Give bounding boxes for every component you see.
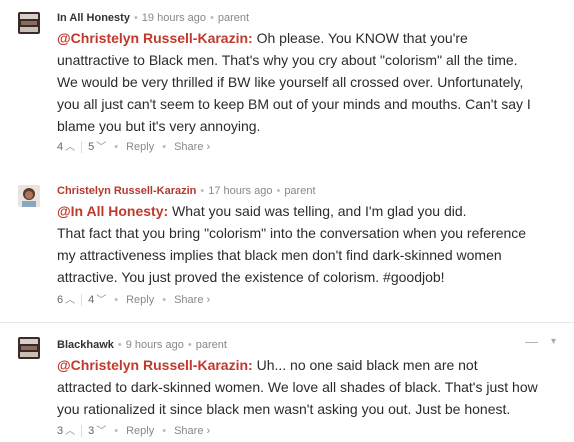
mention-link[interactable]: @Christelyn Russell-Karazin: bbox=[57, 357, 253, 373]
comment-body: @Christelyn Russell-Karazin: Uh... no on… bbox=[57, 354, 562, 420]
avatar[interactable] bbox=[18, 337, 40, 359]
comment-text: We would be very thrilled if BW like you… bbox=[57, 74, 524, 90]
comment-actions: 4 ︿ 5 ﹀ • Reply • Share › bbox=[57, 141, 211, 154]
parent-link[interactable]: parent bbox=[218, 12, 249, 24]
author-name[interactable]: Christelyn Russell-Karazin bbox=[57, 185, 196, 197]
avatar-image bbox=[18, 12, 40, 34]
comment-text: you all just can't seem to keep BM out o… bbox=[57, 96, 531, 112]
downvote-count: 4 bbox=[88, 294, 95, 306]
upvote-count: 3 bbox=[57, 425, 64, 437]
comment-text: What you said was telling, and I'm glad … bbox=[168, 203, 467, 219]
upvote-count: 4 bbox=[57, 141, 64, 153]
mention-link[interactable]: @In All Honesty: bbox=[57, 203, 168, 219]
comment-actions: 6 ︿ 4 ﹀ • Reply • Share › bbox=[57, 294, 211, 307]
up-arrow-icon[interactable]: ︿ bbox=[65, 426, 75, 437]
timestamp[interactable]: 17 hours ago bbox=[208, 185, 272, 197]
up-arrow-icon[interactable]: ︿ bbox=[65, 295, 75, 306]
down-arrow-icon[interactable]: ﹀ bbox=[96, 426, 106, 437]
avatar[interactable] bbox=[18, 12, 40, 34]
comment-text: Oh please. You KNOW that you're bbox=[252, 30, 468, 46]
avatar[interactable] bbox=[18, 185, 40, 207]
comment-text: my attractiveness implies that black men… bbox=[57, 247, 502, 263]
downvote-count: 3 bbox=[88, 425, 95, 437]
mention-link[interactable]: @Christelyn Russell-Karazin: bbox=[57, 30, 253, 46]
comment-text: blame you but it's very annoying. bbox=[57, 118, 261, 134]
avatar-image bbox=[18, 185, 40, 207]
down-arrow-icon[interactable]: ﹀ bbox=[96, 142, 106, 153]
comment-text: attracted to dark-skinned women. We love… bbox=[57, 379, 538, 395]
comment-text: attractive. You just proved the existenc… bbox=[57, 269, 445, 285]
comment-body: @In All Honesty: What you said was telli… bbox=[57, 200, 562, 288]
reply-button[interactable]: Reply bbox=[126, 294, 154, 306]
share-button[interactable]: Share › bbox=[174, 425, 210, 437]
comment-meta: Christelyn Russell-Karazin • 17 hours ago •… bbox=[57, 185, 316, 197]
comment-divider bbox=[0, 322, 574, 323]
comment-menu-button[interactable]: ▾ bbox=[551, 336, 556, 347]
author-name[interactable]: In All Honesty bbox=[57, 12, 130, 24]
comment-meta: Blackhawk • 9 hours ago • parent bbox=[57, 339, 227, 351]
comment-text: unattractive to Black men. That's why yo… bbox=[57, 52, 518, 68]
comment-meta: In All Honesty • 19 hours ago • parent bbox=[57, 12, 250, 24]
comment-text: That fact that you bring "colorism" into… bbox=[57, 225, 527, 241]
upvote-count: 6 bbox=[57, 294, 64, 306]
up-arrow-icon[interactable]: ︿ bbox=[65, 142, 75, 153]
comment-actions: 3 ︿ 3 ﹀ • Reply • Share › bbox=[57, 425, 211, 438]
share-button[interactable]: Share › bbox=[174, 141, 210, 153]
down-arrow-icon[interactable]: ﹀ bbox=[96, 295, 106, 306]
parent-link[interactable]: parent bbox=[284, 185, 315, 197]
timestamp[interactable]: 19 hours ago bbox=[142, 12, 206, 24]
reply-button[interactable]: Reply bbox=[126, 425, 154, 437]
avatar-image bbox=[18, 337, 40, 359]
comment-body: @Christelyn Russell-Karazin: Oh please. … bbox=[57, 27, 562, 137]
parent-link[interactable]: parent bbox=[196, 339, 227, 351]
timestamp[interactable]: 9 hours ago bbox=[126, 339, 184, 351]
collapse-button[interactable]: — bbox=[525, 334, 538, 349]
comment-text: you rationalized it since black men wasn… bbox=[57, 401, 511, 417]
downvote-count: 5 bbox=[88, 141, 95, 153]
share-button[interactable]: Share › bbox=[174, 294, 210, 306]
reply-button[interactable]: Reply bbox=[126, 141, 154, 153]
comment-text: Uh... no one said black men are not bbox=[252, 357, 478, 373]
author-name[interactable]: Blackhawk bbox=[57, 339, 114, 351]
